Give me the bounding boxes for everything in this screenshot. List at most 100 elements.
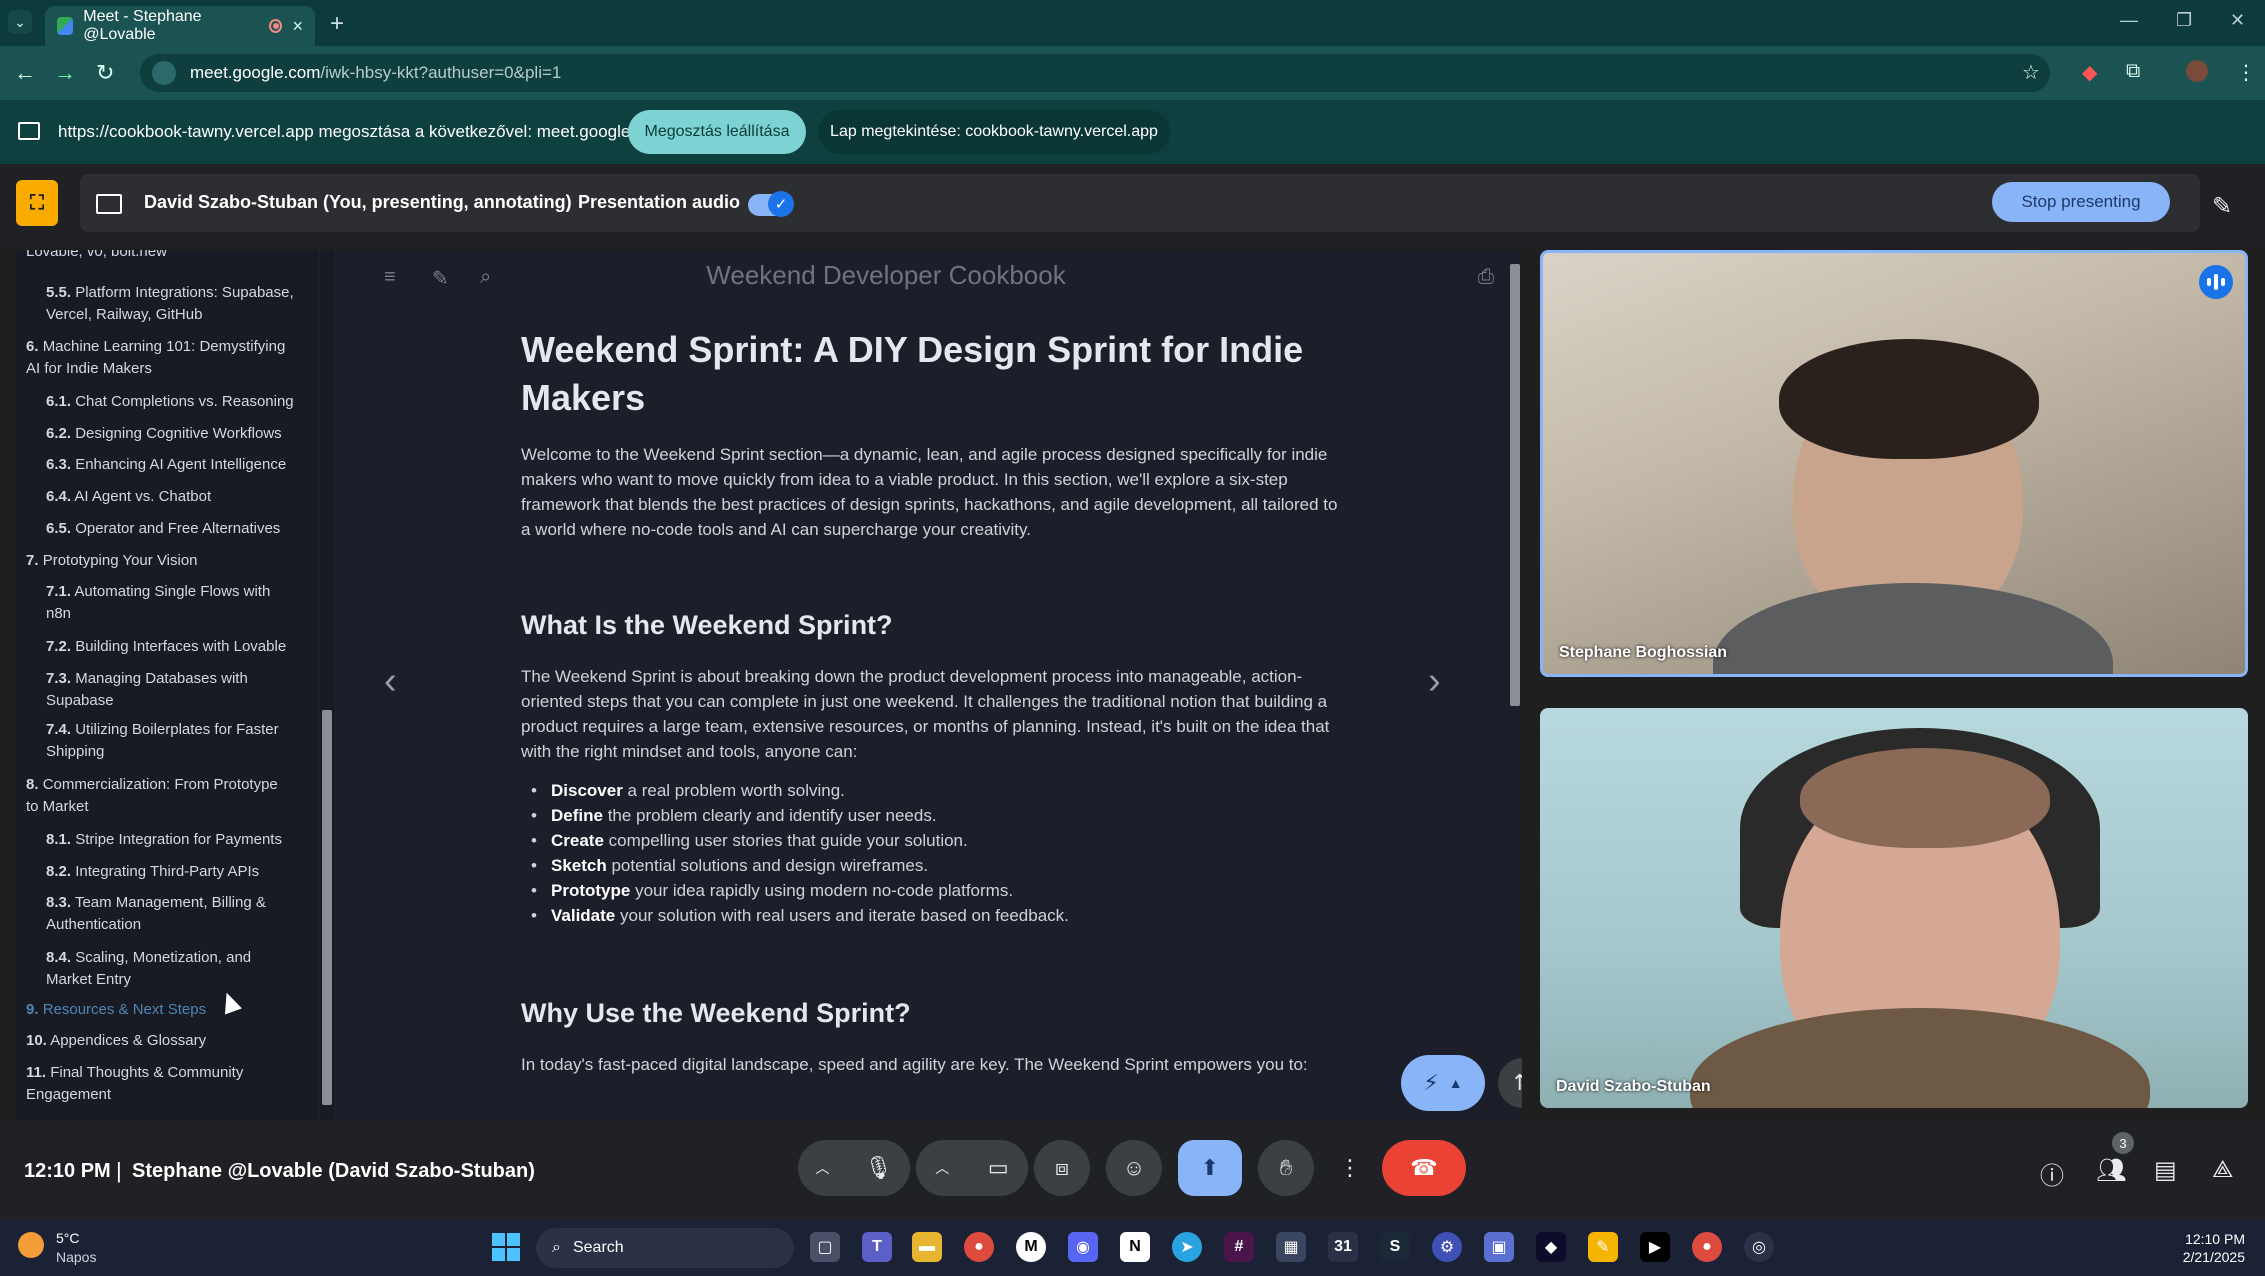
telegram-icon[interactable]: ➤ xyxy=(1172,1232,1202,1262)
chrome-icon[interactable]: ● xyxy=(964,1232,994,1262)
browser-tab-meet[interactable]: Meet - Stephane @Lovable × xyxy=(45,6,315,46)
presentation-audio-toggle[interactable] xyxy=(748,191,794,217)
toc-item[interactable]: 7.4. Utilizing Boilerplates for Faster Sh… xyxy=(46,719,306,763)
annotation-tools-button[interactable]: ⚡ ▲ xyxy=(1401,1055,1485,1111)
toc-item-label: AI Agent vs. Chatbot xyxy=(74,488,212,506)
more-options-button[interactable]: ⋮ xyxy=(1330,1140,1370,1196)
extensions-puzzle-icon[interactable]: ⧉ xyxy=(2126,60,2140,83)
document-scrollbar-thumb[interactable] xyxy=(1510,264,1520,706)
toc-scrollbar[interactable] xyxy=(320,250,334,1120)
toc-item[interactable]: 6.5. Operator and Free Alternatives xyxy=(46,518,306,540)
leave-call-button[interactable]: ☎ xyxy=(1382,1140,1466,1196)
teams-icon[interactable]: T xyxy=(862,1232,892,1262)
calculator-icon[interactable]: ▦ xyxy=(1276,1232,1306,1262)
forward-icon[interactable]: → xyxy=(54,60,76,86)
toc-item[interactable]: 6. Machine Learning 101: Demystifying AI … xyxy=(26,336,311,380)
toc-item[interactable]: 7.2. Building Interfaces with Lovable xyxy=(46,636,306,658)
next-page-arrow-icon[interactable]: › xyxy=(1428,660,1441,703)
document-scrollbar[interactable] xyxy=(1508,250,1522,1120)
toc-item[interactable]: 7. Prototyping Your Vision xyxy=(26,550,311,572)
system-clock[interactable]: 12:10 PM 2/21/2025 xyxy=(2183,1230,2245,1266)
people-icon[interactable]: 👥︎ xyxy=(2096,1156,2126,1185)
new-tab-icon[interactable]: + xyxy=(330,10,344,38)
camera-icon[interactable]: ▭ xyxy=(988,1155,1009,1181)
calendar-icon[interactable]: 31 xyxy=(1328,1232,1358,1262)
print-icon[interactable]: ⎙ xyxy=(1478,266,1494,289)
microphone-icon[interactable]: 🎙︎ xyxy=(865,1155,893,1181)
steam-icon[interactable]: S xyxy=(1380,1232,1410,1262)
microphone-control[interactable]: ︿ 🎙︎ xyxy=(798,1140,910,1196)
camera-control[interactable]: ︿ ▭ xyxy=(916,1140,1028,1196)
extension-icon[interactable]: ◆ xyxy=(2082,60,2097,85)
toc-item[interactable]: 11. Final Thoughts & Community Engagement xyxy=(26,1062,311,1106)
stop-presenting-button[interactable]: Stop presenting xyxy=(1992,182,2170,222)
chrome-active-icon[interactable]: ● xyxy=(1692,1232,1722,1262)
meeting-info-icon[interactable]: ⓘ xyxy=(2040,1156,2064,1191)
toc-item[interactable]: 8. Commercialization: From Prototype to M… xyxy=(26,774,311,818)
obs-icon[interactable]: ◎ xyxy=(1744,1232,1774,1262)
weather-sun-icon[interactable] xyxy=(18,1232,44,1258)
toc-item[interactable]: 6.2. Designing Cognitive Workflows xyxy=(46,423,306,445)
notion-icon[interactable]: N xyxy=(1120,1232,1150,1262)
sticky-notes-icon[interactable]: ✎ xyxy=(1588,1232,1618,1262)
start-menu-icon[interactable] xyxy=(492,1233,520,1261)
participant-tile-stephane[interactable]: Stephane Boghossian xyxy=(1540,250,2248,677)
toc-item[interactable]: 8.2. Integrating Third-Party APIs xyxy=(46,861,306,883)
restore-icon[interactable]: ❐ xyxy=(2176,10,2192,31)
url-path: /iwk-hbsy-kkt?authuser=0&pli=1 xyxy=(320,63,562,82)
toc-item[interactable]: 9. Resources & Next Steps xyxy=(26,999,311,1021)
site-info-icon[interactable] xyxy=(152,61,176,85)
video-options-chevron-icon[interactable]: ︿ xyxy=(935,1158,949,1178)
stop-sharing-button[interactable]: Megosztás leállítása xyxy=(628,110,806,154)
app-droplet-icon[interactable]: ◆ xyxy=(1536,1232,1566,1262)
activities-icon[interactable]: ⟁ xyxy=(2212,1156,2233,1184)
app-icon[interactable]: M xyxy=(1016,1232,1046,1262)
close-window-icon[interactable]: ✕ xyxy=(2230,10,2245,31)
close-tab-icon[interactable]: × xyxy=(292,16,303,37)
previous-page-arrow-icon[interactable]: ‹ xyxy=(384,660,397,703)
reload-icon[interactable]: ↻ xyxy=(96,60,114,86)
minimize-icon[interactable]: — xyxy=(2120,10,2138,31)
toc-item[interactable]: 8.4. Scaling, Monetization, and Market En… xyxy=(46,947,306,991)
annotate-pen-icon[interactable]: ✎ xyxy=(2212,192,2232,221)
back-icon[interactable]: ← xyxy=(14,60,36,86)
discord-icon[interactable]: ◉ xyxy=(1068,1232,1098,1262)
terminal-icon[interactable]: ▶ xyxy=(1640,1232,1670,1262)
toc-item-number: 8. xyxy=(26,776,39,794)
chevron-up-icon: ▲ xyxy=(1448,1075,1463,1091)
toc-scrollbar-thumb[interactable] xyxy=(322,710,332,1105)
toc-item[interactable]: 8.3. Team Management, Billing & Authentic… xyxy=(46,892,306,936)
toc-item[interactable]: 6.3. Enhancing AI Agent Intelligence xyxy=(46,454,306,476)
toc-item[interactable]: 6.1. Chat Completions vs. Reasoning xyxy=(46,391,306,413)
weather-temperature[interactable]: 5°C xyxy=(56,1230,80,1246)
captions-button[interactable]: ⧈ xyxy=(1034,1140,1090,1196)
settings-gear-icon[interactable]: ⚙ xyxy=(1432,1232,1462,1262)
chat-icon[interactable]: ▤ xyxy=(2154,1156,2177,1185)
toc-item[interactable]: 7.3. Managing Databases with Supabase xyxy=(46,668,306,712)
audio-options-chevron-icon[interactable]: ︿ xyxy=(816,1158,830,1178)
participant-tile-david[interactable]: David Szabo-Stuban xyxy=(1540,708,2248,1108)
toc-item[interactable]: 5.5. Platform Integrations: Supabase, Ver… xyxy=(46,282,306,326)
weather-description[interactable]: Napos xyxy=(56,1249,96,1265)
task-view-icon[interactable]: ▢ xyxy=(810,1232,840,1262)
profile-avatar[interactable] xyxy=(2186,60,2208,82)
bookmark-star-icon[interactable]: ☆ xyxy=(2022,60,2040,85)
view-shared-tab-button[interactable]: Lap megtekintése: cookbook-tawny.vercel.… xyxy=(818,110,1170,154)
browser-menu-icon[interactable]: ⋮ xyxy=(2236,60,2256,85)
toc-item[interactable]: 7.1. Automating Single Flows with n8n xyxy=(46,581,306,625)
slack-icon[interactable]: # xyxy=(1224,1232,1254,1262)
tab-search-chevron-icon[interactable]: ⌄ xyxy=(8,10,32,34)
address-bar[interactable]: meet.google.com/iwk-hbsy-kkt?authuser=0&… xyxy=(140,54,2050,92)
file-explorer-icon[interactable]: ▬ xyxy=(912,1232,942,1262)
swap-view-button[interactable]: ⇅ xyxy=(1498,1058,1522,1108)
save-disk-icon[interactable]: ▣ xyxy=(1484,1232,1514,1262)
toc-item[interactable]: 10. Appendices & Glossary xyxy=(26,1030,311,1052)
present-now-button[interactable]: ⬆ xyxy=(1178,1140,1242,1196)
toc-item[interactable]: 6.4. AI Agent vs. Chatbot xyxy=(46,486,306,508)
raise-hand-button[interactable]: ✋︎ xyxy=(1258,1140,1314,1196)
taskbar-search[interactable]: ⌕ Search xyxy=(536,1228,794,1268)
toc-item[interactable]: Lovable, v0, bolt.new xyxy=(26,250,311,263)
toc-item-label: Prototyping Your Vision xyxy=(42,551,198,569)
toc-item[interactable]: 8.1. Stripe Integration for Payments xyxy=(46,829,306,851)
reactions-button[interactable]: ☺ xyxy=(1106,1140,1162,1196)
